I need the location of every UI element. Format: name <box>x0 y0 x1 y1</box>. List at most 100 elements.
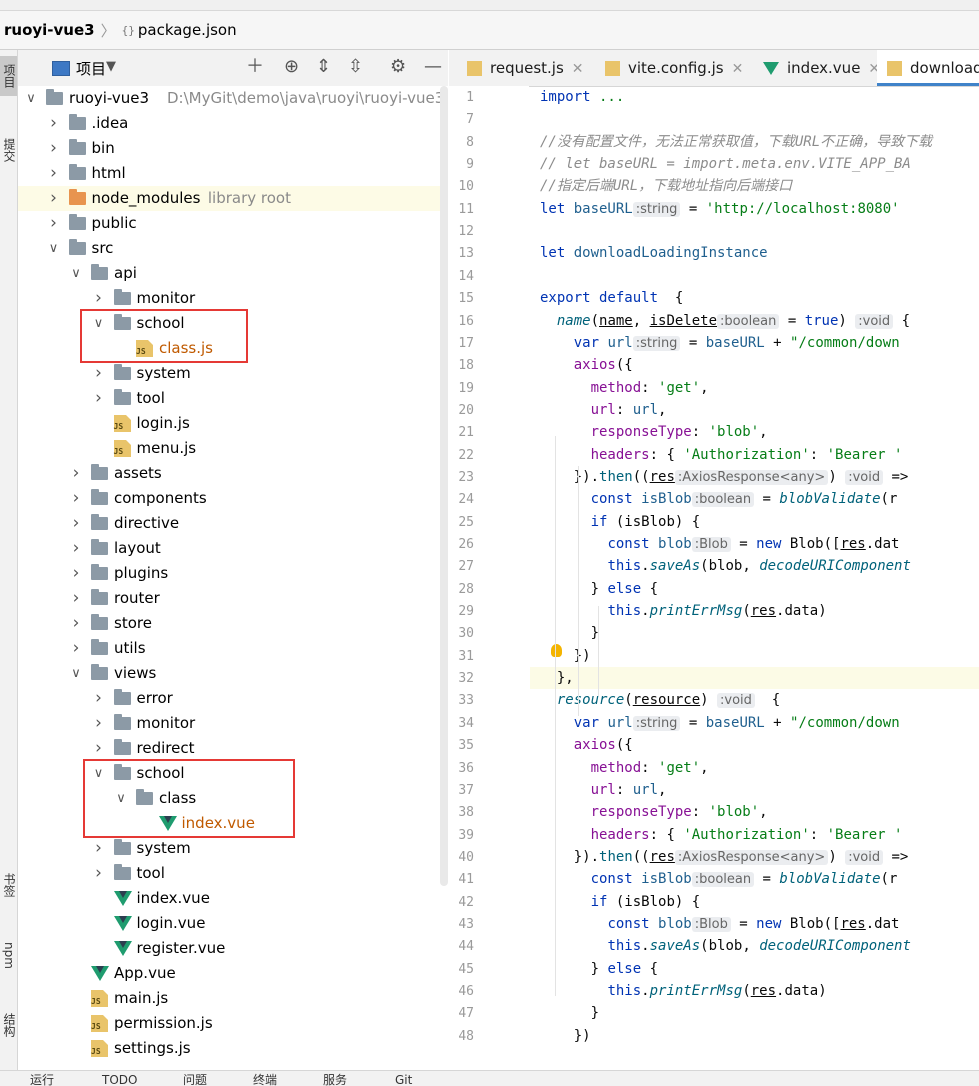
chevron-right-icon[interactable]: › <box>92 686 106 711</box>
chevron-right-icon[interactable]: › <box>92 711 106 736</box>
chevron-right-icon[interactable]: › <box>92 736 106 761</box>
chevron-right-icon[interactable]: › <box>69 536 83 561</box>
collapse-all-icon[interactable]: ⇳ <box>348 57 363 77</box>
tree-row[interactable]: › public <box>18 211 448 236</box>
code-token: : { <box>649 446 684 463</box>
code-token: + <box>764 334 791 351</box>
code-editor[interactable]: import ... //没有配置文件，无法正常获取值，下载URL不正确，导致下载… <box>530 86 979 1070</box>
tree-row[interactable]: App.vue <box>18 961 448 986</box>
tree-row[interactable]: › store <box>18 611 448 636</box>
tree-row[interactable]: › .idea <box>18 111 448 136</box>
chevron-right-icon[interactable]: › <box>47 111 61 136</box>
tree-row[interactable]: › monitor <box>18 286 448 311</box>
breadcrumb-project[interactable]: ruoyi-vue3 <box>4 21 95 39</box>
problems-tool-button[interactable]: 问题 <box>183 1071 207 1086</box>
chevron-right-icon[interactable]: › <box>92 861 106 886</box>
tree-row[interactable]: ∨ views <box>18 661 448 686</box>
chevron-right-icon[interactable]: › <box>92 361 106 386</box>
lightbulb-icon[interactable] <box>551 644 562 657</box>
code-token: baseURL <box>573 200 633 217</box>
tree-row[interactable]: › utils <box>18 636 448 661</box>
tree-row[interactable]: › error <box>18 686 448 711</box>
tree-row[interactable]: › tool <box>18 861 448 886</box>
chevron-down-icon[interactable]: ∨ <box>69 661 83 686</box>
chevron-right-icon[interactable]: › <box>69 586 83 611</box>
close-icon[interactable]: ✕ <box>572 61 584 77</box>
chevron-right-icon[interactable]: › <box>92 386 106 411</box>
editor-tab[interactable]: request.js ✕ <box>457 50 594 86</box>
tree-row[interactable]: ∨ api <box>18 261 448 286</box>
project-panel-title[interactable]: 项目 <box>76 58 106 79</box>
tree-row[interactable]: JS main.js <box>18 986 448 1011</box>
tree-row[interactable]: › system <box>18 361 448 386</box>
terminal-tool-button[interactable]: 终端 <box>253 1071 277 1086</box>
editor-tab[interactable]: vite.config.js ✕ <box>595 50 753 86</box>
code-line: headers: { 'Authorization': 'Bearer ' <box>530 444 979 466</box>
chevron-down-icon[interactable]: ▼ <box>106 57 116 77</box>
tree-row[interactable]: JS permission.js <box>18 1011 448 1036</box>
chevron-down-icon[interactable]: ∨ <box>47 236 61 261</box>
gear-icon[interactable]: ⚙ <box>390 57 406 77</box>
tree-row[interactable]: › node_modules library root <box>18 186 448 211</box>
tree-row[interactable]: register.vue <box>18 936 448 961</box>
structure-tool-tab[interactable]: 结构 <box>0 1000 17 1050</box>
services-tool-button[interactable]: 服务 <box>323 1071 347 1086</box>
editor-tab[interactable]: index.vue ✕ <box>753 50 890 86</box>
tree-item-label: error <box>136 689 173 707</box>
chevron-right-icon[interactable]: › <box>69 461 83 486</box>
git-tool-button[interactable]: Git <box>395 1071 412 1086</box>
chevron-right-icon[interactable]: › <box>69 636 83 661</box>
minimize-icon[interactable]: — <box>424 57 442 77</box>
breadcrumb-file[interactable]: package.json <box>138 21 237 39</box>
chevron-down-icon[interactable]: ∨ <box>24 86 38 111</box>
tree-row[interactable]: › assets <box>18 461 448 486</box>
todo-tool-button[interactable]: TODO <box>102 1071 137 1086</box>
bookmarks-tool-tab[interactable]: 书签 <box>0 860 17 910</box>
chevron-right-icon[interactable]: › <box>92 836 106 861</box>
chevron-right-icon[interactable]: › <box>69 486 83 511</box>
tree-row[interactable]: › layout <box>18 536 448 561</box>
chevron-right-icon[interactable]: › <box>47 186 61 211</box>
tree-row[interactable]: JS settings.js <box>18 1036 448 1061</box>
tree-row[interactable]: index.vue <box>18 886 448 911</box>
tree-row[interactable]: ∨ ruoyi-vue3 D:\MyGit\demo\java\ruoyi\ruo… <box>18 86 448 111</box>
tree-row[interactable]: › directive <box>18 511 448 536</box>
chevron-right-icon[interactable]: › <box>69 561 83 586</box>
tree-row[interactable]: login.vue <box>18 911 448 936</box>
chevron-down-icon[interactable]: ∨ <box>69 261 83 286</box>
tree-row[interactable]: › monitor <box>18 711 448 736</box>
tree-row[interactable]: › html <box>18 161 448 186</box>
chevron-right-icon[interactable]: › <box>69 611 83 636</box>
tree-row[interactable]: › bin <box>18 136 448 161</box>
tree-row[interactable]: › router <box>18 586 448 611</box>
run-tool-button[interactable]: 运行 <box>30 1071 54 1086</box>
close-icon[interactable]: ✕ <box>732 61 744 77</box>
editor-tab[interactable]: download <box>877 50 979 86</box>
tree-row[interactable]: › redirect <box>18 736 448 761</box>
npm-tool-tab[interactable]: npm <box>0 930 17 980</box>
chevron-right-icon[interactable]: › <box>92 286 106 311</box>
locate-icon[interactable]: ⊕ <box>284 57 299 77</box>
chevron-right-icon[interactable]: › <box>47 136 61 161</box>
expand-all-icon[interactable]: ⇕ <box>316 57 331 77</box>
tree-row[interactable]: ∨ src <box>18 236 448 261</box>
tree-row[interactable]: › system <box>18 836 448 861</box>
code-token: downloadLoadingInstance <box>573 245 768 262</box>
code-token: const <box>590 491 642 508</box>
commit-tool-tab[interactable]: 提交 <box>0 125 17 175</box>
chevron-right-icon[interactable]: › <box>47 161 61 186</box>
folder-icon <box>91 489 108 505</box>
project-tool-tab[interactable]: 项目 <box>0 56 17 96</box>
chevron-right-icon[interactable]: › <box>69 511 83 536</box>
code-token: { <box>666 290 684 307</box>
chevron-right-icon[interactable]: › <box>47 211 61 236</box>
tree-row[interactable]: › plugins <box>18 561 448 586</box>
tree-row[interactable]: › tool <box>18 386 448 411</box>
tree-row[interactable]: › components <box>18 486 448 511</box>
tree-row[interactable]: JS login.js <box>18 411 448 436</box>
menu-bar[interactable] <box>0 0 979 11</box>
tree-row[interactable]: JS menu.js <box>18 436 448 461</box>
tree-scrollbar[interactable] <box>440 86 448 886</box>
add-icon[interactable]: ＋ <box>246 57 264 77</box>
